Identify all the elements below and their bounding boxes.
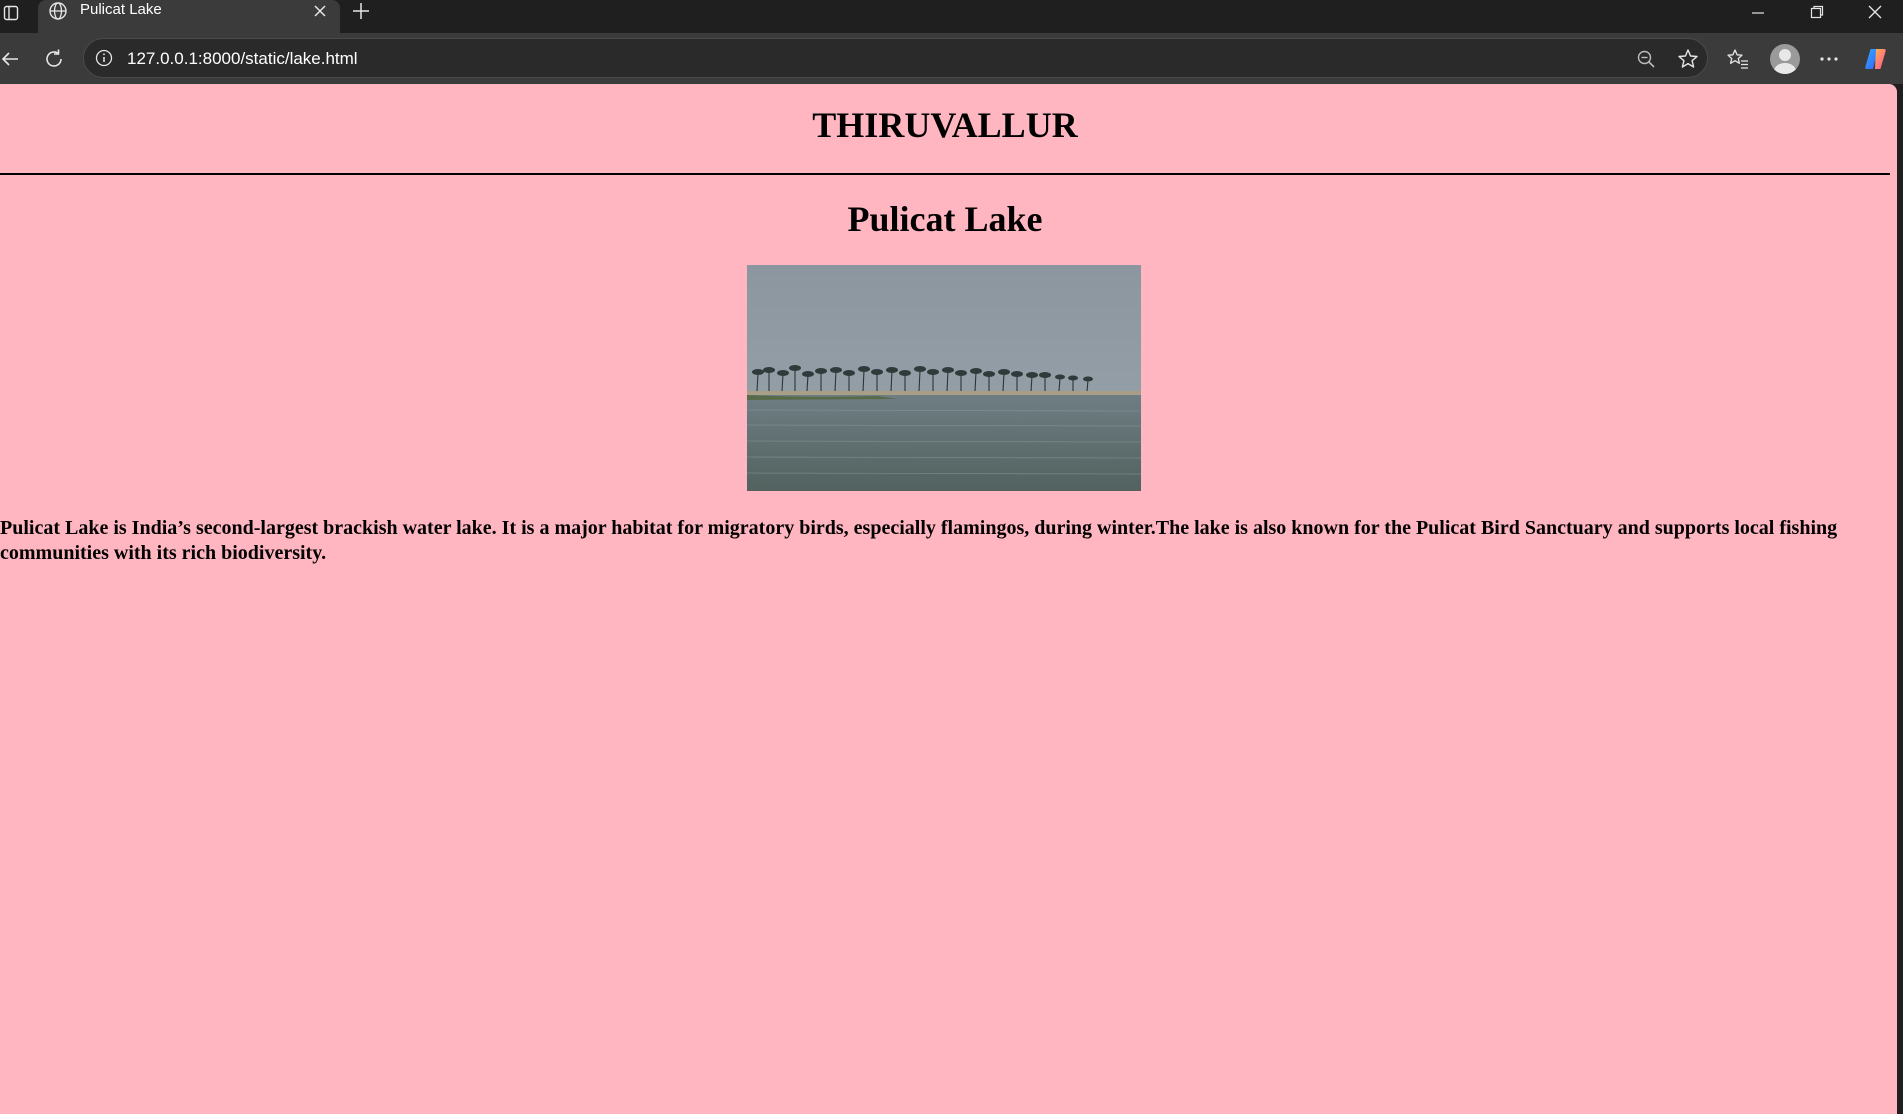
tab-pulicat-lake[interactable]: Pulicat Lake <box>38 0 340 33</box>
copilot-icon <box>1865 49 1886 69</box>
plus-icon <box>353 3 369 19</box>
title-bar: Pulicat Lake <box>0 0 1903 33</box>
sidebar-toggle-icon[interactable] <box>0 2 22 24</box>
close-icon <box>1868 5 1882 19</box>
close-tab-icon[interactable] <box>309 0 331 22</box>
avatar-shoulders <box>1774 63 1796 74</box>
address-bar[interactable]: 127.0.0.1:8000/static/lake.html <box>83 38 1708 78</box>
info-icon[interactable] <box>94 48 114 68</box>
page-viewport: THIRUVALLUR Pulicat Lake Pulicat Lake is… <box>0 84 1897 1114</box>
favorites-list-icon <box>1727 49 1748 69</box>
restore-button[interactable] <box>1792 0 1842 24</box>
back-button[interactable] <box>0 43 26 75</box>
browser-toolbar: 127.0.0.1:8000/static/lake.html <box>0 33 1903 84</box>
back-arrow-icon <box>1 52 18 66</box>
copilot-button[interactable] <box>1861 43 1893 75</box>
horizontal-rule <box>0 173 1890 175</box>
tab-title: Pulicat Lake <box>80 1 162 18</box>
more-button[interactable] <box>1813 43 1845 75</box>
avatar-head <box>1779 49 1791 61</box>
restore-icon <box>1810 5 1824 19</box>
lake-photo <box>747 265 1141 491</box>
page-heading: THIRUVALLUR <box>812 105 1078 145</box>
new-tab-button[interactable] <box>349 0 373 22</box>
close-window-button[interactable] <box>1850 0 1900 24</box>
reload-button[interactable] <box>38 43 70 75</box>
more-icon <box>1820 57 1838 61</box>
page-title: Pulicat Lake <box>847 199 1043 239</box>
url-text[interactable]: 127.0.0.1:8000/static/lake.html <box>127 49 358 69</box>
favorites-button[interactable] <box>1722 43 1754 75</box>
avatar[interactable] <box>1770 44 1800 74</box>
reload-icon <box>46 49 62 67</box>
star-icon[interactable] <box>1674 45 1702 73</box>
minimize-button[interactable] <box>1733 0 1783 24</box>
zoom-out-icon[interactable] <box>1632 45 1660 73</box>
lake-description: Pulicat Lake is India’s second-largest b… <box>0 517 1838 564</box>
globe-icon <box>46 0 70 22</box>
minimize-icon <box>1752 12 1764 14</box>
